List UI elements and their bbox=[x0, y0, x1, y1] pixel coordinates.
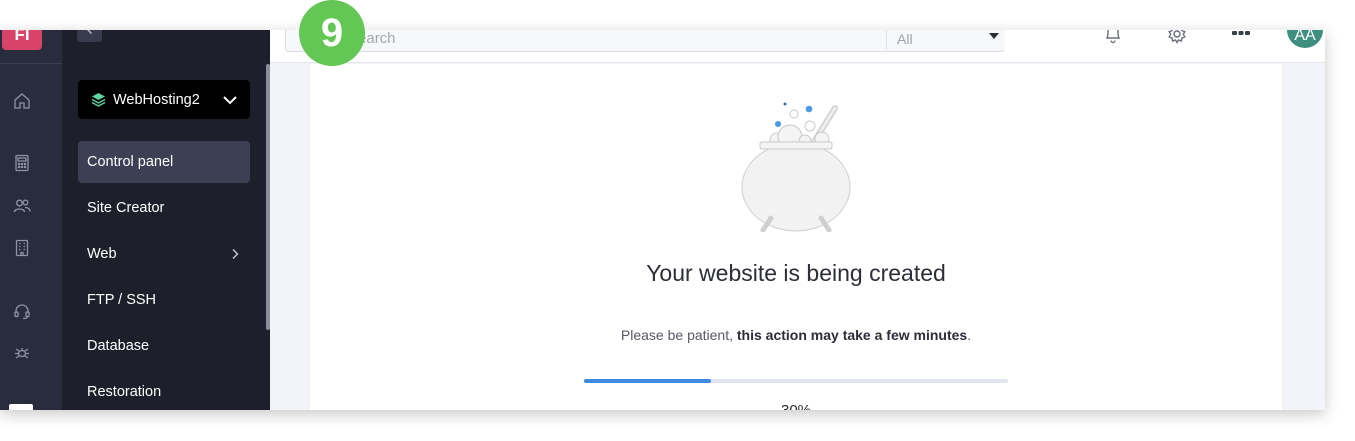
building-icon[interactable] bbox=[13, 239, 31, 257]
app-window: FI WebHosting2 Control panel Site Creato… bbox=[0, 30, 1325, 410]
rail-divider bbox=[0, 63, 62, 64]
sidebar: WebHosting2 Control panel Site Creator W… bbox=[62, 30, 270, 410]
calculator-icon[interactable] bbox=[13, 154, 31, 172]
nav-item-database[interactable]: Database bbox=[78, 325, 250, 367]
sidebar-scrollbar[interactable] bbox=[266, 64, 270, 330]
search-scope-value: All bbox=[897, 31, 913, 47]
nav-item-ftp-ssh[interactable]: FTP / SSH bbox=[78, 279, 250, 321]
progress-bar-fill bbox=[584, 379, 712, 383]
users-icon[interactable] bbox=[13, 197, 31, 215]
chevron-left-icon bbox=[86, 30, 92, 34]
progress-bar bbox=[584, 379, 1008, 383]
main-content-card: Your website is being created Please be … bbox=[310, 64, 1282, 410]
chevron-right-icon bbox=[232, 249, 239, 259]
search-input[interactable] bbox=[348, 30, 878, 50]
step-number-badge: 9 bbox=[299, 0, 365, 66]
status-message: Please be patient, this action may take … bbox=[310, 327, 1282, 343]
cauldron-illustration bbox=[741, 102, 851, 232]
bell-icon[interactable] bbox=[1102, 30, 1124, 45]
progress-label: 30% bbox=[310, 402, 1282, 410]
nav-item-label: Database bbox=[87, 338, 150, 354]
app-switcher-icon[interactable] bbox=[9, 404, 33, 410]
nav-item-label: Web bbox=[87, 246, 117, 262]
nav-item-site-creator[interactable]: Site Creator bbox=[78, 187, 250, 229]
nav-item-restoration[interactable]: Restoration bbox=[78, 371, 250, 410]
headset-icon[interactable] bbox=[13, 302, 31, 320]
nav-item-label: FTP / SSH bbox=[87, 292, 157, 308]
nav-item-control-panel[interactable]: Control panel bbox=[78, 141, 250, 183]
search-scope-select[interactable]: All bbox=[886, 30, 1005, 50]
apps-grid-icon[interactable] bbox=[1230, 30, 1252, 45]
status-message-suffix: . bbox=[967, 327, 972, 343]
collapse-sidebar-button[interactable] bbox=[77, 30, 102, 42]
status-message-bold: this action may take a few minutes bbox=[736, 327, 968, 343]
icon-rail: FI bbox=[0, 30, 62, 410]
product-selector[interactable]: WebHosting2 bbox=[78, 80, 250, 119]
nav-item-label: Control panel bbox=[87, 154, 174, 170]
avatar[interactable]: AA bbox=[1287, 30, 1323, 48]
nav-item-web[interactable]: Web bbox=[78, 233, 250, 275]
brand-logo[interactable]: FI bbox=[2, 30, 42, 50]
home-icon[interactable] bbox=[13, 92, 31, 110]
layers-icon bbox=[91, 93, 106, 107]
nav-item-label: Restoration bbox=[87, 384, 162, 400]
page-title: Your website is being created bbox=[646, 260, 946, 286]
search-bar: All bbox=[285, 30, 1005, 52]
nav-item-label: Site Creator bbox=[87, 200, 165, 216]
product-name: WebHosting2 bbox=[113, 91, 200, 108]
status-message-prefix: Please be patient, bbox=[620, 327, 737, 343]
gear-icon[interactable] bbox=[1166, 30, 1188, 45]
caret-down-icon bbox=[989, 33, 999, 39]
top-bar: All AA bbox=[270, 30, 1325, 63]
chevron-down-icon bbox=[223, 96, 237, 105]
bug-icon[interactable] bbox=[13, 344, 31, 362]
